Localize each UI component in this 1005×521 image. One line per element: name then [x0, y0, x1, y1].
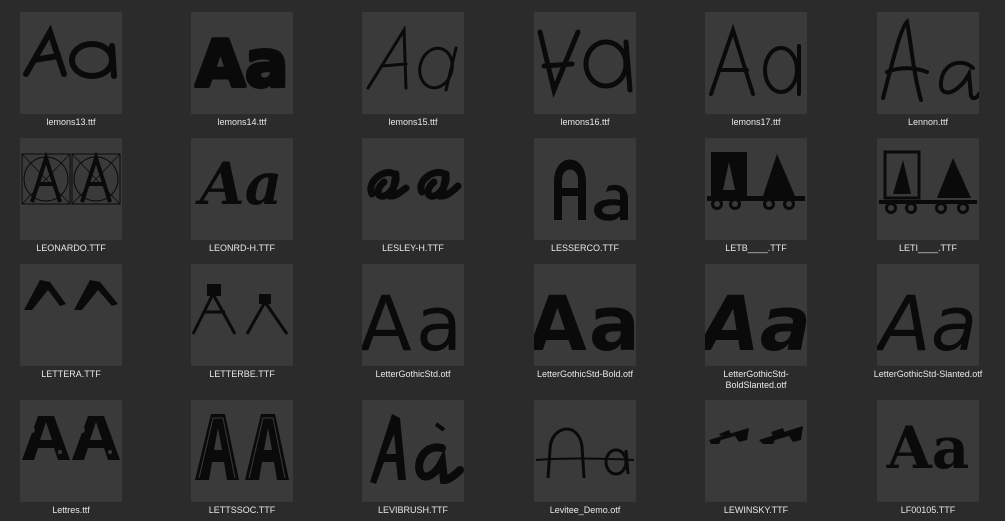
- file-item-lettergothicstd[interactable]: Aa LetterGothicStd.otf: [338, 264, 488, 380]
- file-name: lemons13.ttf: [46, 117, 96, 127]
- font-preview-icon: [20, 12, 122, 114]
- file-name: LEONARDO.TTF: [36, 243, 106, 253]
- file-name: lemons15.ttf: [388, 117, 438, 127]
- file-item-lettergothicstd-boldslanted[interactable]: Aa LetterGothicStd- BoldSlanted.otf: [681, 264, 831, 391]
- font-preview-icon: Aa: [877, 264, 979, 366]
- file-name: LETB____.TTF: [725, 243, 787, 253]
- font-preview-icon: [20, 138, 122, 240]
- svg-text:Aa: Aa: [362, 279, 464, 366]
- file-name: lemons17.ttf: [731, 117, 781, 127]
- svg-text:Aa: Aa: [877, 279, 977, 366]
- font-preview-icon: [362, 138, 464, 240]
- font-preview-icon: [362, 12, 464, 114]
- file-name: Lennon.ttf: [907, 117, 949, 127]
- file-name: Levitee_Demo.otf: [549, 505, 621, 515]
- file-name: LEWINSKY.TTF: [723, 505, 789, 515]
- file-item-lemons13[interactable]: lemons13.ttf: [0, 12, 146, 128]
- file-name: LETI____.TTF: [898, 243, 958, 253]
- file-item-lettssoc[interactable]: LETTSSOC.TTF: [167, 400, 317, 516]
- file-name: LETTERBE.TTF: [209, 369, 275, 379]
- file-name: Lettres.ttf: [52, 505, 90, 515]
- file-item-lettres[interactable]: Lettres.ttf: [0, 400, 146, 516]
- font-preview-icon: [877, 12, 979, 114]
- font-preview-icon: [362, 400, 464, 502]
- file-name: LetterGothicStd.otf: [375, 369, 451, 379]
- svg-text:Aa: Aa: [534, 279, 636, 366]
- file-item-leonrd-h[interactable]: Aa LEONRD-H.TTF: [167, 138, 317, 254]
- file-item-lesserco[interactable]: LESSERCO.TTF: [510, 138, 660, 254]
- file-name: LETTERA.TTF: [41, 369, 101, 379]
- file-item-letterbe[interactable]: LETTERBE.TTF: [167, 264, 317, 380]
- font-preview-icon: [705, 400, 807, 502]
- svg-text:Aa: Aa: [196, 28, 289, 102]
- font-preview-icon: [534, 138, 636, 240]
- file-name: LF00105.TTF: [900, 505, 956, 515]
- file-item-lemons17[interactable]: lemons17.ttf: [681, 12, 831, 128]
- file-name: LESLEY-H.TTF: [382, 243, 444, 253]
- file-item-levibrush[interactable]: LEVIBRUSH.TTF: [338, 400, 488, 516]
- file-item-levitee-demo[interactable]: Levitee_Demo.otf: [510, 400, 660, 516]
- font-preview-icon: Aa: [362, 264, 464, 366]
- file-item-lemons15[interactable]: lemons15.ttf: [338, 12, 488, 128]
- font-preview-icon: [20, 264, 122, 366]
- font-preview-icon: [705, 12, 807, 114]
- font-preview-icon: Aa: [191, 12, 293, 114]
- font-preview-icon: Aa: [877, 400, 979, 502]
- font-preview-icon: [877, 138, 979, 240]
- font-preview-icon: Aa: [191, 138, 293, 240]
- svg-text:Aa: Aa: [886, 414, 970, 482]
- file-item-lennon[interactable]: Lennon.ttf: [853, 12, 1003, 128]
- file-item-lf00105[interactable]: Aa LF00105.TTF: [853, 400, 1003, 516]
- font-preview-icon: [191, 400, 293, 502]
- file-name: LETTSSOC.TTF: [208, 505, 276, 515]
- file-name: lemons14.ttf: [217, 117, 267, 127]
- file-item-letb[interactable]: LETB____.TTF: [681, 138, 831, 254]
- file-item-leti[interactable]: LETI____.TTF: [853, 138, 1003, 254]
- file-item-lettergothicstd-slanted[interactable]: Aa LetterGothicStd-Slanted.otf: [853, 264, 1003, 380]
- svg-text:Aa: Aa: [705, 279, 807, 366]
- file-name: LetterGothicStd-Slanted.otf: [873, 369, 983, 379]
- file-item-lemons16[interactable]: lemons16.ttf: [510, 12, 660, 128]
- file-grid: lemons13.ttf Aa lemons14.ttf lemons15.tt…: [0, 0, 1005, 521]
- file-item-lettera[interactable]: LETTERA.TTF: [0, 264, 146, 380]
- file-name: LetterGothicStd-Bold.otf: [536, 369, 634, 379]
- file-item-leonardo[interactable]: LEONARDO.TTF: [0, 138, 146, 254]
- font-preview-icon: Aa: [534, 264, 636, 366]
- file-name: LEVIBRUSH.TTF: [377, 505, 448, 515]
- file-item-lemons14[interactable]: Aa lemons14.ttf: [167, 12, 317, 128]
- file-item-lesley-h[interactable]: LESLEY-H.TTF: [338, 138, 488, 254]
- file-name: LetterGothicStd- BoldSlanted.otf: [723, 369, 789, 390]
- font-preview-icon: [191, 264, 293, 366]
- font-preview-icon: Aa: [705, 264, 807, 366]
- svg-text:Aa: Aa: [195, 150, 283, 218]
- file-name: lemons16.ttf: [560, 117, 610, 127]
- file-item-lettergothicstd-bold[interactable]: Aa LetterGothicStd-Bold.otf: [510, 264, 660, 380]
- file-name: LESSERCO.TTF: [550, 243, 619, 253]
- file-name: LEONRD-H.TTF: [209, 243, 275, 253]
- font-preview-icon: [20, 400, 122, 502]
- font-preview-icon: [534, 12, 636, 114]
- file-item-lewinsky[interactable]: LEWINSKY.TTF: [681, 400, 831, 516]
- font-preview-icon: [705, 138, 807, 240]
- font-preview-icon: [534, 400, 636, 502]
